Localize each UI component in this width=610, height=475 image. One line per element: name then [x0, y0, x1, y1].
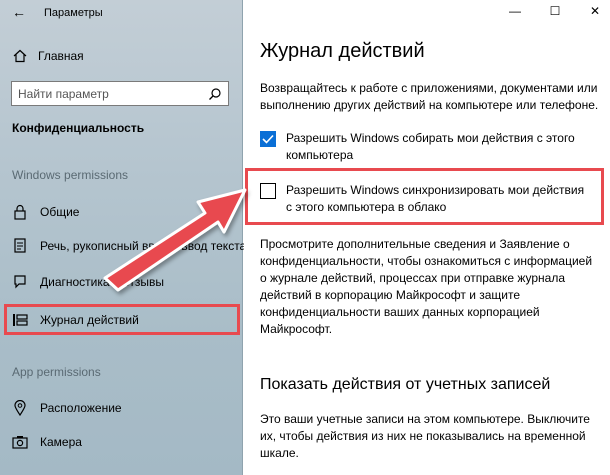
speech-icon — [12, 238, 28, 254]
search-placeholder: Найти параметр — [18, 86, 109, 101]
accounts-info-text: Это ваши учетные записи на этом компьюте… — [260, 412, 590, 460]
camera-icon — [12, 434, 28, 450]
checkmark-icon — [262, 134, 274, 144]
sidebar-item-label: Диагностика и отзывы — [40, 275, 164, 289]
close-button[interactable]: ✕ — [588, 4, 602, 18]
collect-activities-checkbox-row[interactable]: Разрешить Windows собирать мои действия … — [260, 130, 586, 164]
timeline-icon — [12, 312, 28, 328]
sidebar-item-label: Главная — [38, 49, 84, 63]
group-label-windows-permissions: Windows permissions — [12, 168, 129, 182]
sidebar-item-label: Общие — [40, 205, 80, 219]
accounts-subheading: Показать действия от учетных записей — [260, 376, 551, 393]
sidebar-item-camera[interactable]: Камера — [12, 431, 82, 453]
feedback-icon — [12, 274, 28, 290]
window-controls: — ☐ ✕ — [508, 4, 602, 18]
sidebar-item-activity-history[interactable]: Журнал действий — [4, 304, 240, 335]
home-icon — [12, 48, 28, 64]
sidebar-item-label: Речь, рукописный ввод и ввод текста — [40, 239, 247, 253]
sidebar-item-label: Расположение — [40, 401, 122, 415]
sidebar: ← Параметры Главная Найти параметр Конфи… — [0, 0, 246, 475]
collect-activities-checkbox[interactable] — [260, 131, 276, 147]
page-title: Журнал действий — [260, 40, 425, 62]
sidebar-item-label: Камера — [40, 435, 82, 449]
search-input[interactable]: Найти параметр — [11, 81, 229, 106]
sidebar-item-location[interactable]: Расположение — [12, 397, 122, 419]
collect-activities-label: Разрешить Windows собирать мои действия … — [286, 131, 575, 162]
sidebar-item-label: Журнал действий — [40, 312, 139, 327]
location-icon — [12, 400, 28, 416]
lock-icon — [12, 204, 28, 220]
group-label-app-permissions: App permissions — [12, 365, 101, 379]
titlebar: ← Параметры — [0, 0, 243, 28]
sidebar-item-general[interactable]: Общие — [12, 201, 79, 223]
privacy-info-text: Просмотрите дополнительные сведения и За… — [260, 237, 593, 336]
section-title: Конфиденциальность — [12, 121, 145, 135]
sidebar-item-home[interactable]: Главная — [12, 45, 84, 67]
back-button[interactable]: ← — [12, 4, 26, 20]
maximize-button[interactable]: ☐ — [548, 4, 562, 18]
sidebar-item-speech[interactable]: Речь, рукописный ввод и ввод текста — [12, 235, 246, 257]
search-icon[interactable] — [208, 87, 222, 101]
main-panel: — ☐ ✕ Журнал действий Возвращайтесь к ра… — [244, 0, 610, 475]
app-title: Параметры — [44, 7, 103, 19]
intro-text: Возвращайтесь к работе с приложениями, д… — [260, 81, 599, 112]
highlight-frame — [245, 168, 604, 225]
sidebar-item-diagnostics[interactable]: Диагностика и отзывы — [12, 271, 164, 293]
minimize-button[interactable]: — — [508, 4, 522, 18]
